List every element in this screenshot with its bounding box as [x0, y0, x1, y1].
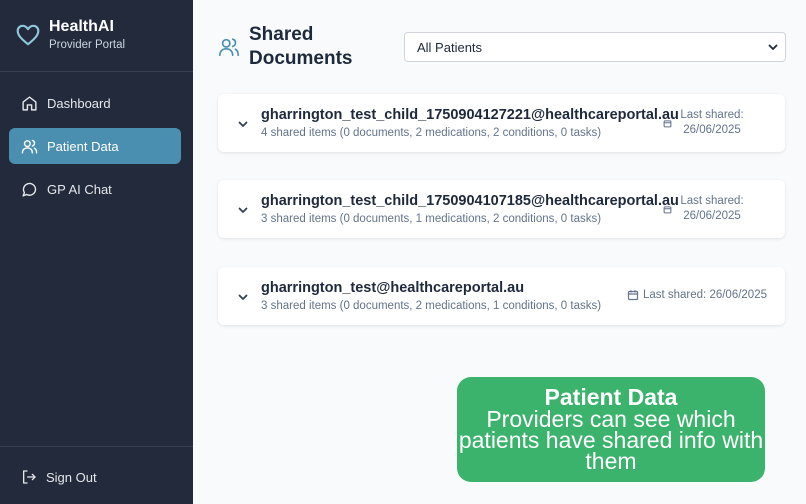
sidebar-item-gp-ai-chat[interactable]: GP AI Chat	[9, 171, 181, 207]
sidebar-item-label: GP AI Chat	[47, 181, 112, 197]
last-shared-label: Last shared:	[680, 109, 744, 121]
sidebar-item-dashboard[interactable]: Dashboard	[9, 85, 181, 121]
message-circle-icon	[21, 181, 38, 198]
shared-items-summary: 4 shared items (0 documents, 2 medicatio…	[261, 127, 602, 139]
patient-email: gharrington_test_child_1750904107185@hea…	[261, 193, 679, 209]
patient-row[interactable]: gharrington_test_child_1750904127221@hea…	[218, 94, 785, 152]
brand-subtitle: Provider Portal	[49, 39, 126, 51]
shared-items-summary: 3 shared items (0 documents, 2 medicatio…	[261, 300, 602, 312]
log-out-icon	[21, 469, 37, 485]
shared-items-summary: 3 shared items (0 documents, 1 medicatio…	[261, 213, 602, 225]
patient-row[interactable]: gharrington_test@healthcareportal.au 3 s…	[218, 267, 785, 325]
chevron-down-icon[interactable]	[237, 117, 249, 129]
sidebar-item-label: Patient Data	[47, 138, 119, 154]
last-shared: Last shared: 26/06/2025	[672, 194, 752, 224]
last-shared-label: Last shared:	[680, 195, 744, 207]
feature-callout: Patient Data Providers can see which pat…	[457, 377, 765, 482]
home-icon	[21, 95, 38, 112]
last-shared: Last shared: 26/06/2025	[627, 289, 767, 301]
sign-out-button[interactable]: Sign Out	[21, 469, 97, 485]
last-shared-date: 26/06/2025	[683, 210, 741, 222]
calendar-icon	[627, 289, 639, 301]
sidebar: HealthAI Provider Portal Dashboard Patie…	[0, 0, 193, 504]
patient-filter-select[interactable]: All Patients	[404, 32, 786, 62]
callout-body: Providers can see which patients have sh…	[458, 406, 764, 474]
patient-row[interactable]: gharrington_test_child_1750904107185@hea…	[218, 180, 785, 238]
users-icon	[218, 36, 240, 58]
chevron-down-icon	[767, 41, 779, 53]
last-shared-text: Last shared: 26/06/2025	[642, 289, 767, 301]
users-icon	[21, 138, 38, 155]
patient-filter-value: All Patients	[417, 39, 483, 55]
chevron-down-icon[interactable]	[237, 203, 249, 215]
brand-header: HealthAI Provider Portal	[0, 0, 193, 72]
patient-email: gharrington_test_child_1750904127221@hea…	[261, 107, 679, 123]
heart-icon	[15, 22, 41, 48]
chevron-down-icon[interactable]	[237, 290, 249, 302]
calendar-icon	[663, 115, 672, 128]
calendar-icon	[663, 201, 672, 214]
last-shared: Last shared: 26/06/2025	[672, 108, 752, 138]
sidebar-item-label: Dashboard	[47, 95, 111, 111]
page-title: Shared Documents	[249, 24, 353, 69]
last-shared-date: 26/06/2025	[683, 124, 741, 136]
sign-out-label: Sign Out	[46, 469, 97, 485]
sidebar-item-patient-data[interactable]: Patient Data	[9, 128, 181, 164]
patient-email: gharrington_test@healthcareportal.au	[261, 280, 525, 296]
sidebar-footer: Sign Out	[0, 446, 193, 504]
brand-name: HealthAI	[49, 18, 114, 35]
